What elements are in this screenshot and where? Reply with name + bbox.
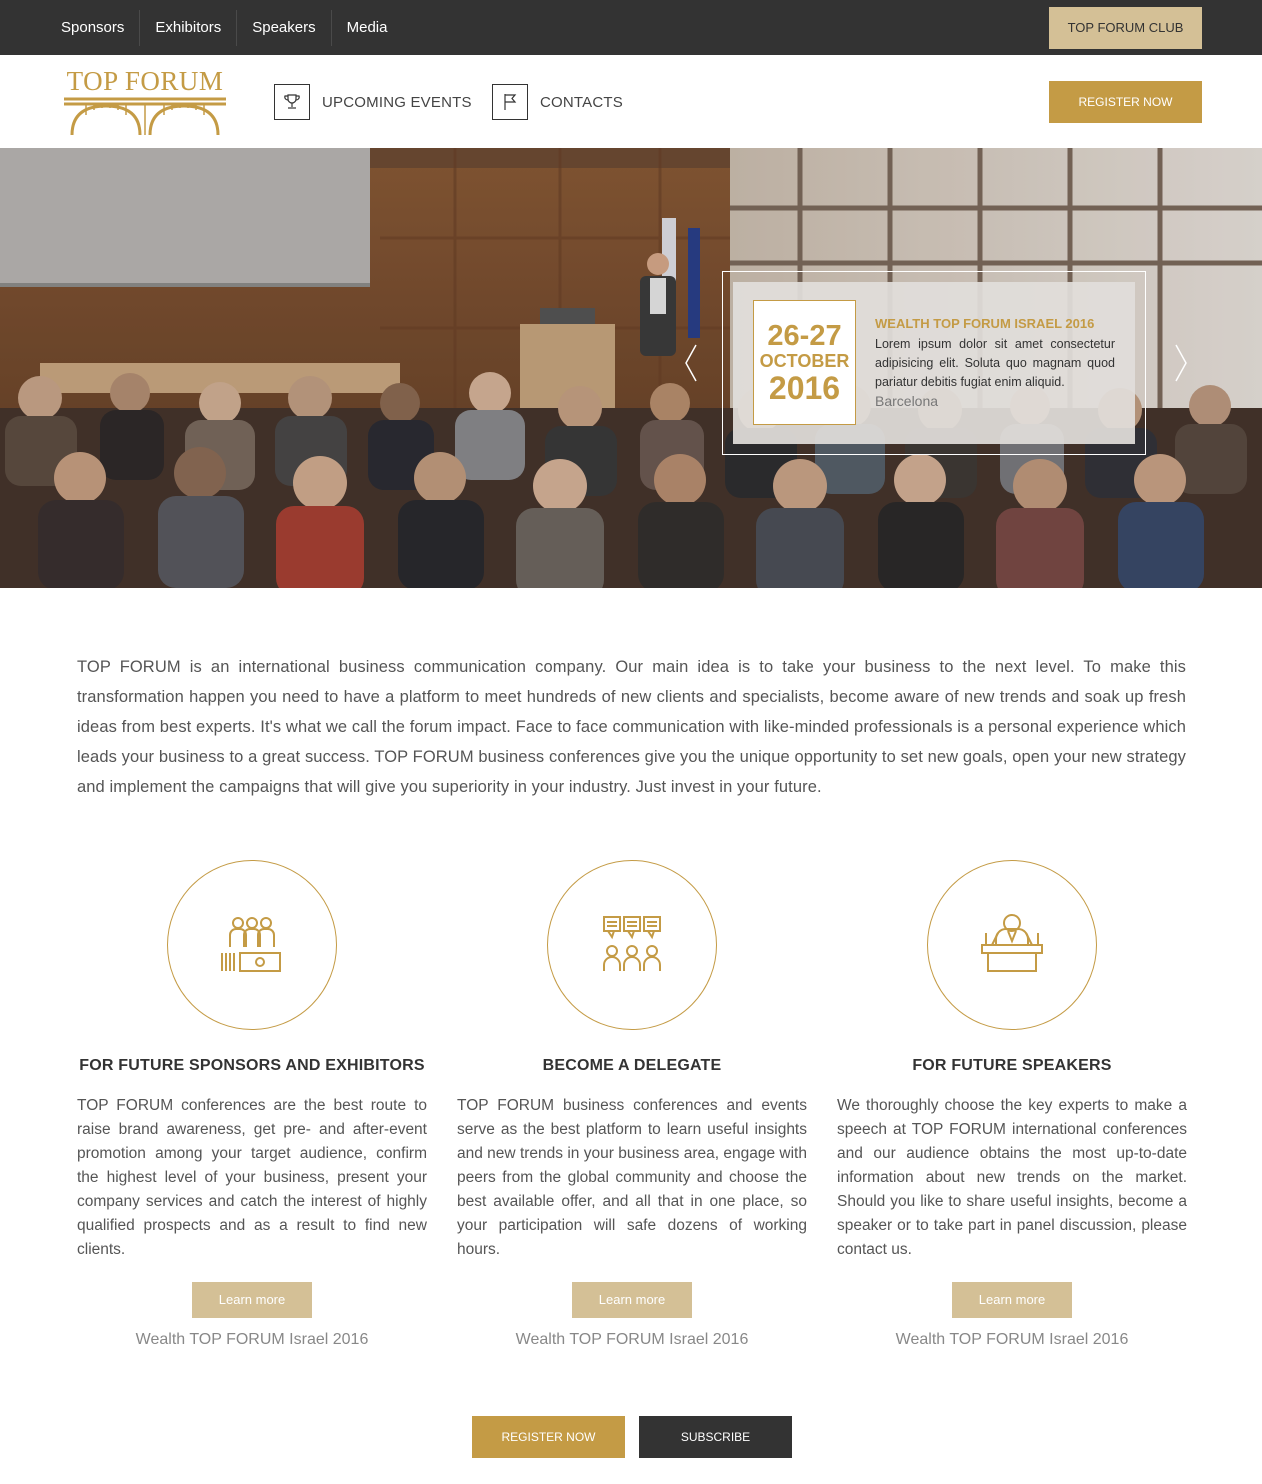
top-nav-sponsors[interactable]: Sponsors bbox=[46, 10, 141, 46]
top-bar: Sponsors Exhibitors Speakers Media TOP F… bbox=[0, 0, 1262, 55]
top-nav-speakers[interactable]: Speakers bbox=[237, 10, 332, 46]
register-now-button[interactable]: REGISTER NOW bbox=[472, 1416, 625, 1458]
learn-more-button[interactable]: Learn more bbox=[572, 1282, 692, 1318]
logo-text: TOP FORUM bbox=[66, 66, 224, 96]
event-date-box: 26-27 OCTOBER 2016 bbox=[753, 300, 856, 425]
top-nav-exhibitors[interactable]: Exhibitors bbox=[140, 10, 238, 46]
feature-title: FOR FUTURE SPEAKERS bbox=[912, 1057, 1112, 1074]
nav-upcoming-events-label: UPCOMING EVENTS bbox=[322, 93, 472, 111]
feature-circle bbox=[167, 860, 337, 1030]
trophy-icon bbox=[274, 84, 310, 120]
feature-circle bbox=[547, 860, 717, 1030]
feature-title: BECOME A DELEGATE bbox=[542, 1057, 722, 1074]
nav-upcoming-events[interactable]: UPCOMING EVENTS bbox=[274, 84, 472, 120]
top-forum-club-button[interactable]: TOP FORUM CLUB bbox=[1049, 7, 1202, 49]
slider-prev-arrow-icon[interactable] bbox=[684, 343, 698, 383]
event-date-month: OCTOBER bbox=[759, 351, 850, 371]
nav-contacts[interactable]: CONTACTS bbox=[492, 84, 623, 120]
top-nav-media[interactable]: Media bbox=[332, 10, 403, 46]
feature-event-link[interactable]: Wealth TOP FORUM Israel 2016 bbox=[457, 1331, 807, 1349]
site-header: TOP FORUM UPCOMING EVENTS CONTACTS REGIS… bbox=[0, 55, 1262, 148]
feature-event-link[interactable]: Wealth TOP FORUM Israel 2016 bbox=[837, 1331, 1187, 1349]
event-title[interactable]: WEALTH TOP FORUM ISRAEL 2016 bbox=[875, 316, 1094, 331]
speaker-icon bbox=[981, 914, 1043, 972]
feature-title: FOR FUTURE SPONSORS AND EXHIBITORS bbox=[79, 1057, 425, 1074]
feature-text: TOP FORUM business conferences and event… bbox=[457, 1097, 807, 1258]
learn-more-button[interactable]: Learn more bbox=[192, 1282, 312, 1318]
learn-more-button[interactable]: Learn more bbox=[952, 1282, 1072, 1318]
nav-contacts-label: CONTACTS bbox=[540, 93, 623, 111]
event-date-days: 26-27 bbox=[767, 320, 842, 352]
event-card[interactable]: 26-27 OCTOBER 2016 WEALTH TOP FORUM ISRA… bbox=[733, 282, 1135, 444]
feature-event-link[interactable]: Wealth TOP FORUM Israel 2016 bbox=[77, 1331, 427, 1349]
event-description: Lorem ipsum dolor sit amet consectetur a… bbox=[875, 337, 1115, 389]
delegates-icon bbox=[603, 916, 661, 971]
feature-circle bbox=[927, 860, 1097, 1030]
site-logo[interactable]: TOP FORUM bbox=[62, 66, 228, 136]
feature-text: TOP FORUM conferences are the best route… bbox=[77, 1097, 427, 1258]
feature-text: We thoroughly choose the key experts to … bbox=[837, 1097, 1187, 1258]
slider-next-arrow-icon[interactable] bbox=[1174, 343, 1188, 383]
intro-paragraph: TOP FORUM is an international business c… bbox=[77, 658, 1186, 796]
flag-icon bbox=[492, 84, 528, 120]
event-city: Barcelona bbox=[875, 393, 939, 409]
register-now-button-header[interactable]: REGISTER NOW bbox=[1049, 81, 1202, 123]
hero-banner: 26-27 OCTOBER 2016 WEALTH TOP FORUM ISRA… bbox=[0, 148, 1262, 588]
sponsors-icon bbox=[221, 917, 281, 972]
top-nav: Sponsors Exhibitors Speakers Media bbox=[46, 10, 402, 46]
event-date-year: 2016 bbox=[768, 370, 841, 406]
subscribe-button[interactable]: SUBSCRIBE bbox=[639, 1416, 792, 1458]
bridge-icon bbox=[64, 97, 226, 136]
